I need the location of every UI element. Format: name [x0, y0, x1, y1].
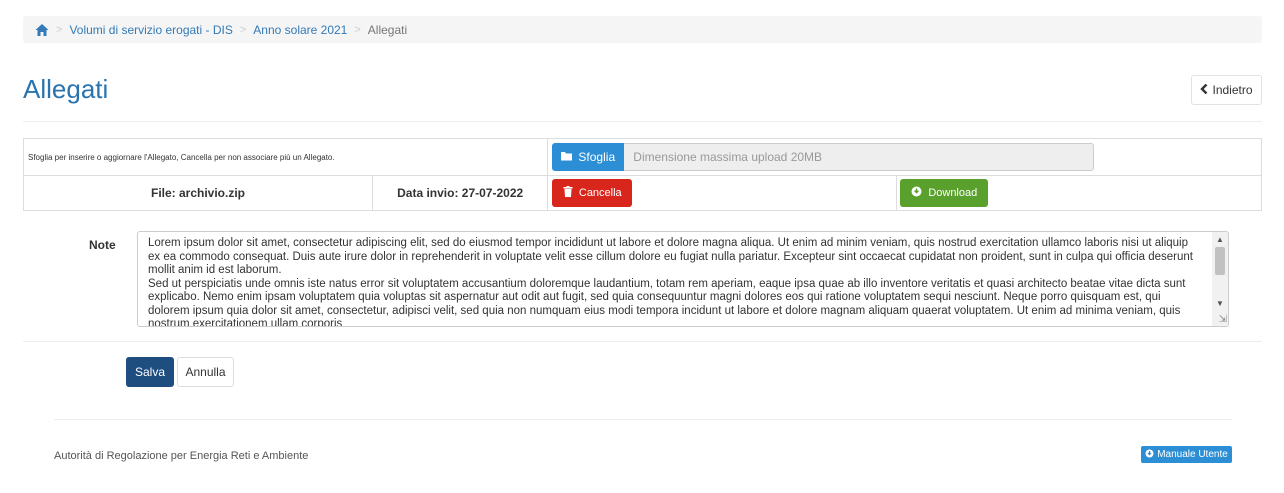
upload-group: Sfoglia Dimensione massima upload 20MB — [552, 143, 1095, 171]
back-button-label: Indietro — [1212, 83, 1253, 97]
trash-icon — [563, 186, 573, 200]
page-title: Allegati — [23, 74, 109, 104]
breadcrumb-separator: > — [56, 23, 63, 36]
manual-circle-icon — [1145, 449, 1154, 461]
delete-button-label: Cancella — [578, 187, 622, 199]
back-button[interactable]: Indietro — [1191, 75, 1262, 105]
download-button-label: Download — [928, 187, 978, 199]
scroll-down-icon[interactable]: ▼ — [1212, 296, 1228, 310]
browse-button-label: Sfoglia — [578, 150, 616, 164]
divider — [23, 121, 1262, 122]
breadcrumb-link-volumi[interactable]: Volumi di servizio erogati - DIS — [69, 23, 232, 37]
file-name: File: archivio.zip — [23, 175, 373, 211]
folder-icon — [561, 150, 573, 164]
delete-cell: Cancella — [547, 175, 898, 211]
chevron-left-icon — [1200, 83, 1208, 97]
upload-cell: Sfoglia Dimensione massima upload 20MB — [547, 138, 1262, 176]
home-icon[interactable] — [35, 23, 49, 37]
scroll-up-icon[interactable]: ▲ — [1212, 232, 1228, 246]
note-label: Note — [89, 238, 116, 252]
breadcrumb-current: Allegati — [367, 22, 408, 37]
breadcrumb-separator: > — [239, 23, 247, 36]
save-button[interactable]: Salva — [126, 357, 174, 387]
note-textarea[interactable]: Lorem ipsum dolor sit amet, consectetur … — [137, 231, 1229, 327]
download-circle-icon — [911, 186, 922, 200]
cancel-button[interactable]: Annulla — [177, 357, 234, 387]
download-button[interactable]: Download — [900, 179, 989, 207]
upload-field[interactable]: Dimensione massima upload 20MB — [624, 143, 1095, 171]
delete-button[interactable]: Cancella — [552, 179, 633, 207]
user-manual-label: Manuale Utente — [1157, 449, 1228, 460]
breadcrumb-link-anno[interactable]: Anno solare 2021 — [253, 23, 347, 37]
browse-button[interactable]: Sfoglia — [552, 143, 625, 171]
footer-divider — [54, 419, 1232, 420]
upload-date: Data invio: 27-07-2022 — [371, 175, 549, 211]
attachment-hint: Sfoglia per inserire o aggiornare l'Alle… — [28, 153, 335, 162]
scroll-thumb[interactable] — [1215, 247, 1225, 275]
attachment-hint-cell: Sfoglia per inserire o aggiornare l'Alle… — [22, 138, 549, 176]
footer-text: Autorità di Regolazione per Energia Reti… — [54, 450, 309, 462]
divider — [23, 341, 1262, 342]
note-text: Lorem ipsum dolor sit amet, consectetur … — [148, 237, 1193, 327]
resize-handle-icon[interactable]: ⇲ — [1219, 314, 1227, 325]
breadcrumb: > Volumi di servizio erogati - DIS > Ann… — [23, 16, 1262, 43]
attachment-table: Sfoglia per inserire o aggiornare l'Alle… — [22, 138, 1262, 211]
breadcrumb-separator: > — [354, 23, 361, 36]
download-cell: Download — [896, 175, 1262, 211]
user-manual-button[interactable]: Manuale Utente — [1141, 446, 1232, 463]
note-scrollbar[interactable]: ▲ ▼ — [1212, 232, 1228, 326]
